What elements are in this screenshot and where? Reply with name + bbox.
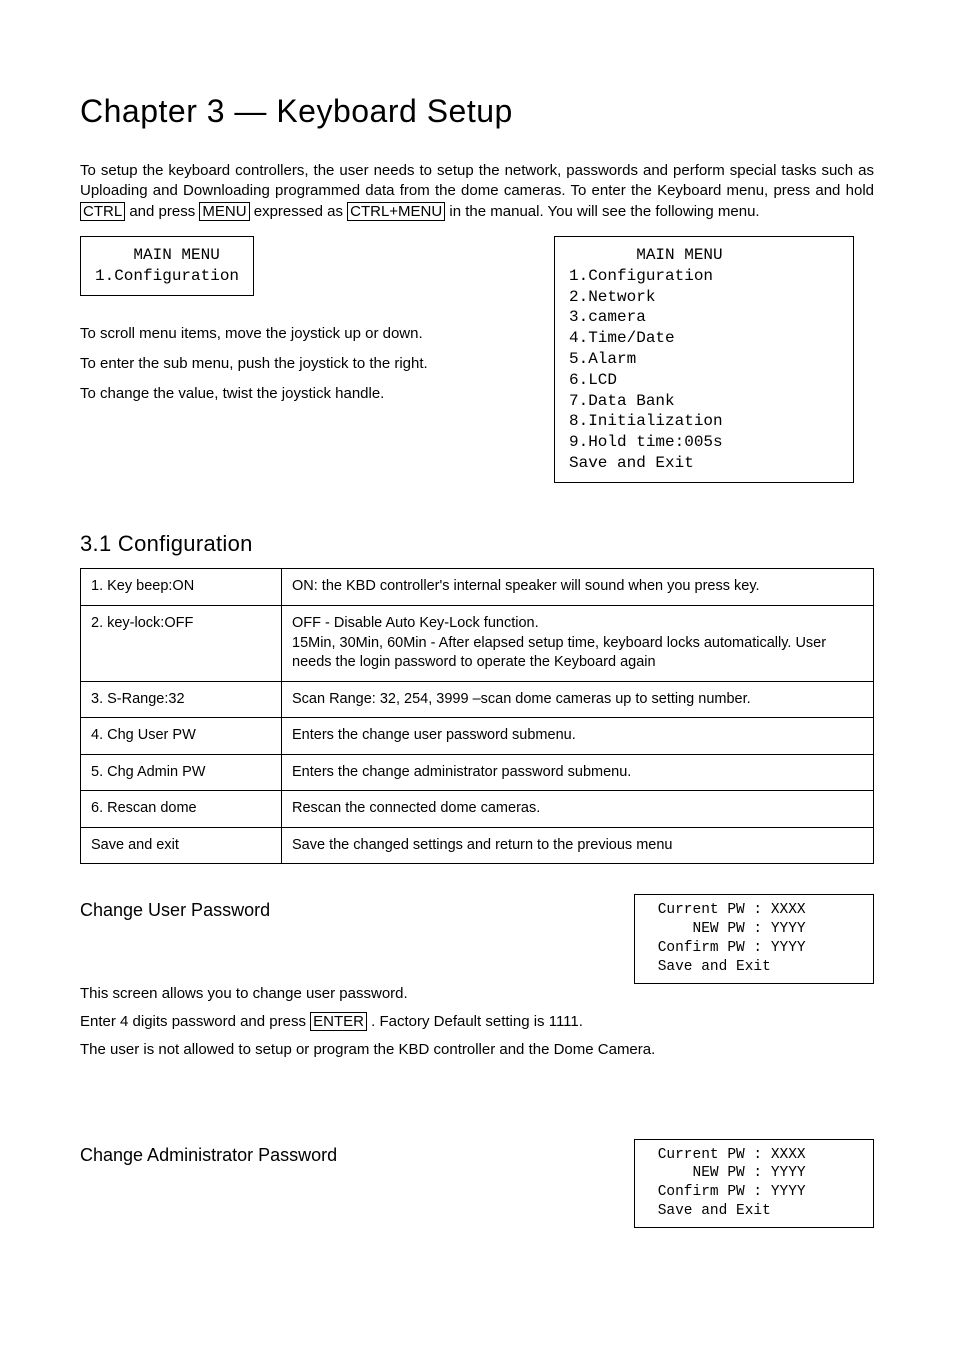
intro-text: in the manual. You will see the followin… [449, 203, 759, 220]
change-user-pw-right: Current PW : XXXX NEW PW : YYYY Confirm … [594, 864, 874, 983]
key-menu: MENU [199, 202, 249, 221]
instruction-scroll: To scroll menu items, move the joystick … [80, 324, 534, 344]
cfg-rescan-dome-desc: Rescan the connected dome cameras. [282, 791, 874, 828]
lcd-admin-pw: Current PW : XXXX NEW PW : YYYY Confirm … [634, 1139, 874, 1228]
cfg-s-range: 3. S-Range:32 [81, 681, 282, 718]
overview-row: MAIN MENU 1.Configuration To scroll menu… [80, 236, 874, 499]
change-admin-pw-left: Change Administrator Password [80, 1109, 564, 1175]
instruction-enter: To enter the sub menu, push the joystick… [80, 354, 534, 374]
lcd-main-menu-full: MAIN MENU 1.Configuration 2.Network 3.ca… [554, 236, 854, 483]
table-row: 5. Chg Admin PW Enters the change admini… [81, 754, 874, 791]
change-admin-pw-row: Change Administrator Password Current PW… [80, 1109, 874, 1228]
cfg-key-beep: 1. Key beep:ON [81, 569, 282, 606]
table-row: 1. Key beep:ON ON: the KBD controller's … [81, 569, 874, 606]
user-pw-line2: Enter 4 digits password and press ENTER … [80, 1012, 874, 1032]
table-row: 6. Rescan dome Rescan the connected dome… [81, 791, 874, 828]
user-pw-heading: Change User Password [80, 898, 564, 922]
intro-text: To setup the keyboard controllers, the u… [80, 162, 874, 199]
cfg-chg-admin-pw-desc: Enters the change administrator password… [282, 754, 874, 791]
cfg-s-range-desc: Scan Range: 32, 254, 3999 –scan dome cam… [282, 681, 874, 718]
user-pw-line3: The user is not allowed to setup or prog… [80, 1040, 874, 1060]
cfg-save-exit: Save and exit [81, 827, 282, 864]
table-row: 3. S-Range:32 Scan Range: 32, 254, 3999 … [81, 681, 874, 718]
lcd-main-menu-short: MAIN MENU 1.Configuration [80, 236, 254, 296]
lcd-user-pw: Current PW : XXXX NEW PW : YYYY Confirm … [634, 894, 874, 983]
key-ctrl: CTRL [80, 202, 125, 221]
cfg-key-beep-desc: ON: the KBD controller's internal speake… [282, 569, 874, 606]
cfg-key-lock: 2. key-lock:OFF [81, 605, 282, 681]
intro-text: and press [129, 203, 199, 220]
user-pw-text: This screen allows you to change user pa… [80, 984, 874, 1061]
change-user-pw-left: Change User Password [80, 864, 564, 930]
configuration-table: 1. Key beep:ON ON: the KBD controller's … [80, 568, 874, 864]
change-user-pw-row: Change User Password Current PW : XXXX N… [80, 864, 874, 983]
key-ctrl-menu: CTRL+MENU [347, 202, 445, 221]
intro-paragraph: To setup the keyboard controllers, the u… [80, 161, 874, 222]
table-row: Save and exit Save the changed settings … [81, 827, 874, 864]
table-row: 4. Chg User PW Enters the change user pa… [81, 718, 874, 755]
change-admin-pw-right: Current PW : XXXX NEW PW : YYYY Confirm … [594, 1109, 874, 1228]
admin-pw-heading: Change Administrator Password [80, 1143, 564, 1167]
cfg-save-exit-desc: Save the changed settings and return to … [282, 827, 874, 864]
key-enter: ENTER [310, 1012, 367, 1031]
overview-right: MAIN MENU 1.Configuration 2.Network 3.ca… [554, 236, 874, 499]
chapter-title: Chapter 3 — Keyboard Setup [80, 90, 874, 133]
user-pw-line2a: Enter 4 digits password and press [80, 1013, 310, 1030]
cfg-chg-admin-pw: 5. Chg Admin PW [81, 754, 282, 791]
user-pw-line2b: . Factory Default setting is 1111. [371, 1013, 583, 1030]
joystick-instructions: To scroll menu items, move the joystick … [80, 324, 534, 405]
page: Chapter 3 — Keyboard Setup To setup the … [0, 0, 954, 1351]
intro-text: expressed as [254, 203, 347, 220]
cfg-chg-user-pw: 4. Chg User PW [81, 718, 282, 755]
cfg-chg-user-pw-desc: Enters the change user password submenu. [282, 718, 874, 755]
spacer [80, 1069, 874, 1089]
cfg-key-lock-desc: OFF - Disable Auto Key-Lock function. 15… [282, 605, 874, 681]
user-pw-line1: This screen allows you to change user pa… [80, 984, 874, 1004]
overview-left: MAIN MENU 1.Configuration To scroll menu… [80, 236, 534, 414]
instruction-change: To change the value, twist the joystick … [80, 384, 534, 404]
section-title: 3.1 Configuration [80, 529, 874, 559]
table-row: 2. key-lock:OFF OFF - Disable Auto Key-L… [81, 605, 874, 681]
spacer [80, 1089, 874, 1109]
cfg-rescan-dome: 6. Rescan dome [81, 791, 282, 828]
